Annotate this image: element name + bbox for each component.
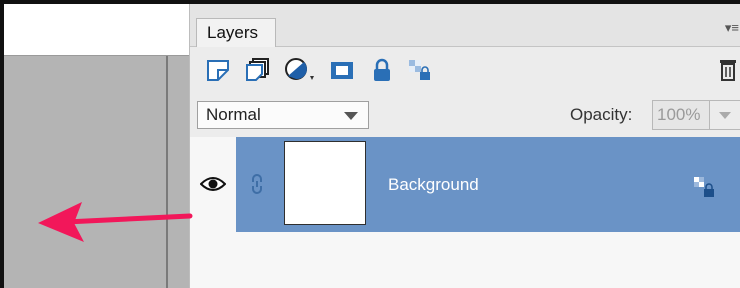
layer-thumbnail[interactable] — [284, 141, 366, 225]
canvas-workspace — [4, 56, 168, 288]
add-mask-icon[interactable] — [328, 56, 356, 84]
lock-all-icon[interactable] — [368, 56, 396, 84]
new-group-icon[interactable] — [244, 56, 272, 84]
blend-mode-select[interactable]: Normal — [197, 101, 369, 129]
lock-transparency-icon[interactable] — [406, 56, 434, 84]
annotation-arrow-icon — [38, 202, 193, 242]
layers-panel: Layers ▾≡ Normal Opacity: 100% Backgroun… — [189, 4, 740, 288]
lock-transparency-badge-icon — [694, 177, 714, 197]
panel-menu-icon[interactable]: ▾≡ — [725, 20, 739, 36]
layers-toolbar — [190, 47, 740, 97]
canvas-edge-area — [168, 56, 189, 288]
opacity-label: Opacity: — [570, 105, 633, 124]
opacity-dropdown-button[interactable] — [710, 100, 740, 130]
panel-tabbar: Layers ▾≡ — [190, 4, 740, 47]
adjustment-layer-icon[interactable] — [284, 56, 318, 84]
blend-opacity-bar: Normal Opacity: 100% — [190, 97, 740, 137]
tab-layers[interactable]: Layers — [196, 18, 276, 47]
layer-name[interactable]: Background — [388, 175, 479, 195]
new-layer-icon[interactable] — [204, 56, 232, 84]
delete-layer-icon[interactable] — [714, 56, 740, 84]
blend-mode-value: Normal — [206, 105, 261, 124]
chevron-down-icon — [344, 112, 358, 120]
layers-list: Background — [190, 137, 740, 288]
eye-icon[interactable] — [200, 175, 226, 193]
opacity-field[interactable]: 100% — [652, 100, 710, 130]
layer-row-background[interactable]: Background — [236, 137, 740, 232]
chevron-down-icon — [719, 112, 731, 119]
link-icon[interactable] — [250, 173, 264, 195]
